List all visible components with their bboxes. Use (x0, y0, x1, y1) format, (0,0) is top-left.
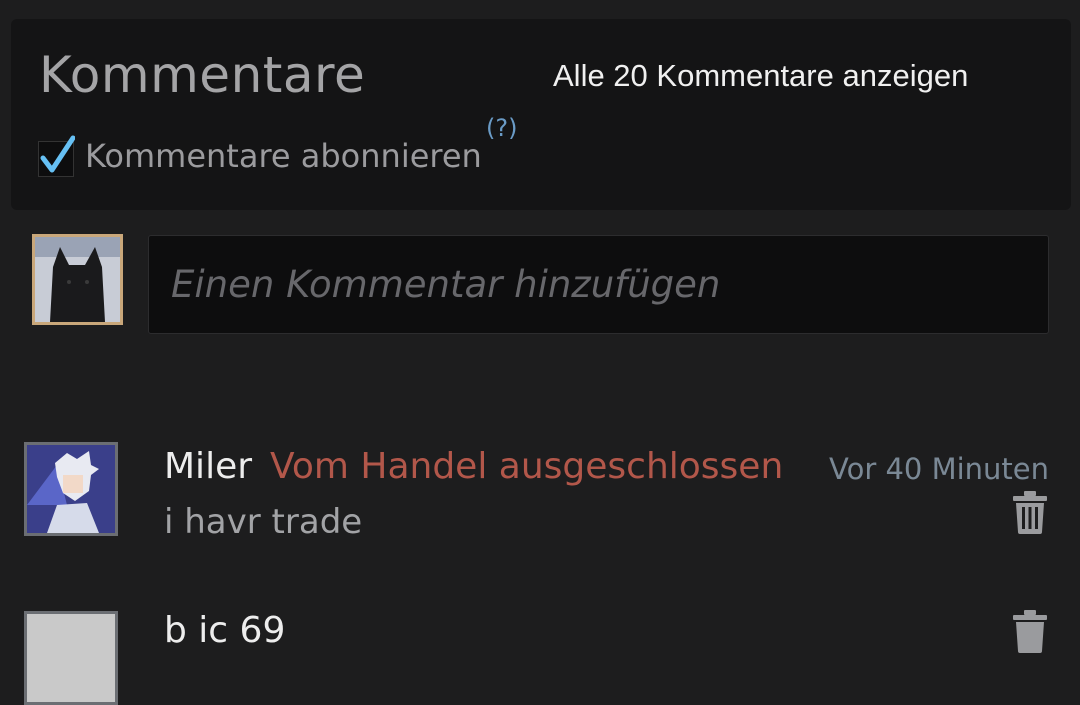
comment-timestamp: Vor 40 Minuten (829, 452, 1050, 486)
subscribe-help-link[interactable]: (?) (486, 114, 517, 142)
view-all-comments-link[interactable]: Alle 20 Kommentare anzeigen (553, 58, 968, 94)
trash-icon (1013, 491, 1047, 534)
comment-text: i havr trade (164, 502, 363, 542)
subscribe-label: Kommentare abonnieren (85, 137, 482, 175)
comment-author-name[interactable]: b ic 69 (164, 610, 285, 651)
comment-input[interactable] (149, 236, 1048, 333)
comments-title: Kommentare (39, 46, 366, 104)
comment-input-box[interactable] (148, 235, 1049, 334)
delete-comment-button[interactable] (1011, 609, 1049, 657)
gray-avatar-image (27, 614, 115, 702)
comment-author-avatar[interactable] (24, 442, 118, 536)
delete-comment-button[interactable] (1011, 490, 1049, 538)
current-user-avatar[interactable] (32, 234, 123, 325)
anime-avatar-image (27, 445, 115, 533)
subscribe-checkbox[interactable] (38, 135, 75, 177)
comment-author-name[interactable]: Miler (164, 446, 252, 487)
trade-ban-status: Vom Handel ausgeschlossen (270, 446, 784, 487)
trash-icon (1013, 610, 1047, 653)
comment-author-avatar[interactable] (24, 611, 118, 705)
checkmark-icon (40, 135, 75, 173)
wolf-avatar-image (35, 237, 120, 322)
